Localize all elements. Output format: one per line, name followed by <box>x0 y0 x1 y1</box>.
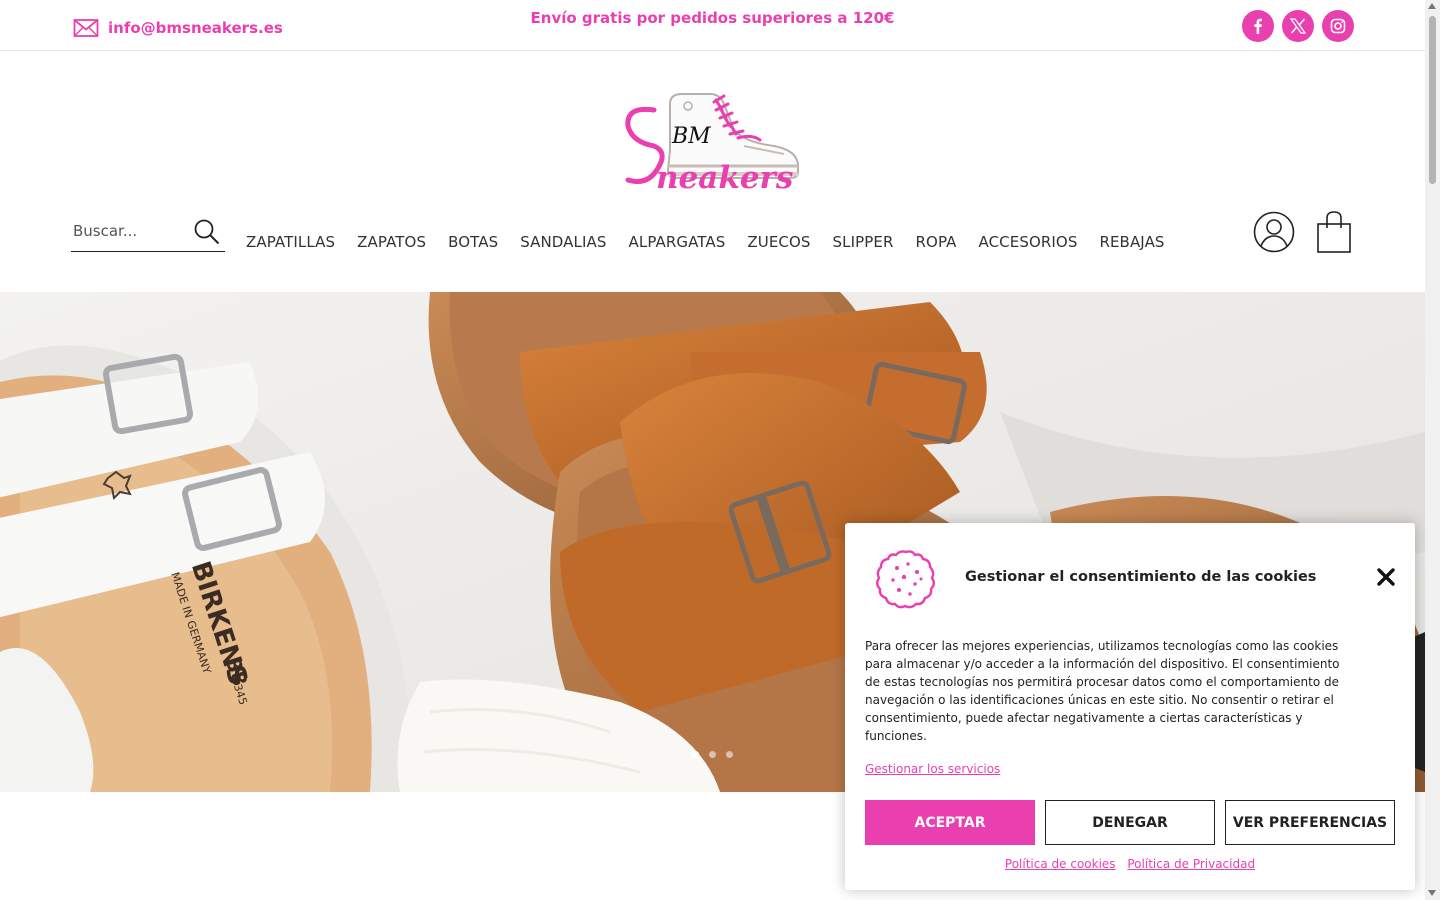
facebook-icon[interactable] <box>1242 10 1274 42</box>
nav-item-alpargatas[interactable]: ALPARGATAS <box>629 233 726 251</box>
slider-dot-2[interactable] <box>709 751 716 758</box>
deny-button[interactable]: DENEGAR <box>1045 800 1215 845</box>
user-account-icon[interactable] <box>1253 211 1295 257</box>
slider-dots <box>692 751 733 758</box>
shopping-bag-icon[interactable] <box>1316 210 1352 258</box>
social-links <box>1242 10 1354 42</box>
nav-item-sandalias[interactable]: SANDALIAS <box>520 233 606 251</box>
accept-button[interactable]: ACEPTAR <box>865 800 1035 845</box>
search-input[interactable] <box>73 218 188 244</box>
cookie-consent-dialog: Gestionar el consentimiento de las cooki… <box>845 523 1415 890</box>
main-nav: ZAPATILLAS ZAPATOS BOTAS SANDALIAS ALPAR… <box>246 233 1165 251</box>
x-icon[interactable] <box>1282 10 1314 42</box>
logo-bm-text: BM <box>671 124 711 149</box>
site-logo[interactable]: BM neakers <box>624 90 802 198</box>
search-icon[interactable] <box>193 218 221 250</box>
cookie-dialog-text: Para ofrecer las mejores experiencias, u… <box>865 639 1340 743</box>
nav-item-accesorios[interactable]: ACCESORIOS <box>979 233 1078 251</box>
cookie-icon <box>875 548 937 614</box>
close-icon[interactable] <box>1376 567 1396 587</box>
instagram-icon[interactable] <box>1322 10 1354 42</box>
page-scrollbar[interactable] <box>1425 0 1440 900</box>
nav-item-ropa[interactable]: ROPA <box>916 233 957 251</box>
search-bar <box>71 214 225 252</box>
nav-item-zuecos[interactable]: ZUECOS <box>747 233 810 251</box>
nav-item-rebajas[interactable]: REBAJAS <box>1099 233 1164 251</box>
nav-item-slipper[interactable]: SLIPPER <box>833 233 894 251</box>
top-bar: info@bmsneakers.es Envío gratis por pedi… <box>0 0 1425 51</box>
cookie-policy-link[interactable]: Política de cookies <box>1005 857 1116 871</box>
scroll-down-arrow[interactable] <box>1428 890 1436 896</box>
cookie-dialog-title: Gestionar el consentimiento de las cooki… <box>965 569 1317 585</box>
nav-item-zapatillas[interactable]: ZAPATILLAS <box>246 233 335 251</box>
nav-item-botas[interactable]: BOTAS <box>448 233 498 251</box>
scrollbar-thumb[interactable] <box>1429 16 1436 184</box>
sneaker-logo-graphic: BM neakers <box>625 93 799 196</box>
nav-item-zapatos[interactable]: ZAPATOS <box>357 233 426 251</box>
manage-services-link[interactable]: Gestionar los servicios <box>865 762 1000 776</box>
view-preferences-button[interactable]: VER PREFERENCIAS <box>1225 800 1395 845</box>
privacy-policy-link[interactable]: Política de Privacidad <box>1127 857 1255 871</box>
cookie-policy-links: Política de cookies Política de Privacid… <box>845 857 1415 871</box>
slider-dot-3[interactable] <box>726 751 733 758</box>
slider-dot-1[interactable] <box>692 751 699 758</box>
free-shipping-banner: Envío gratis por pedidos superiores a 12… <box>530 9 895 27</box>
scroll-up-arrow[interactable] <box>1428 3 1436 9</box>
logo-sneakers-text: neakers <box>656 160 793 196</box>
